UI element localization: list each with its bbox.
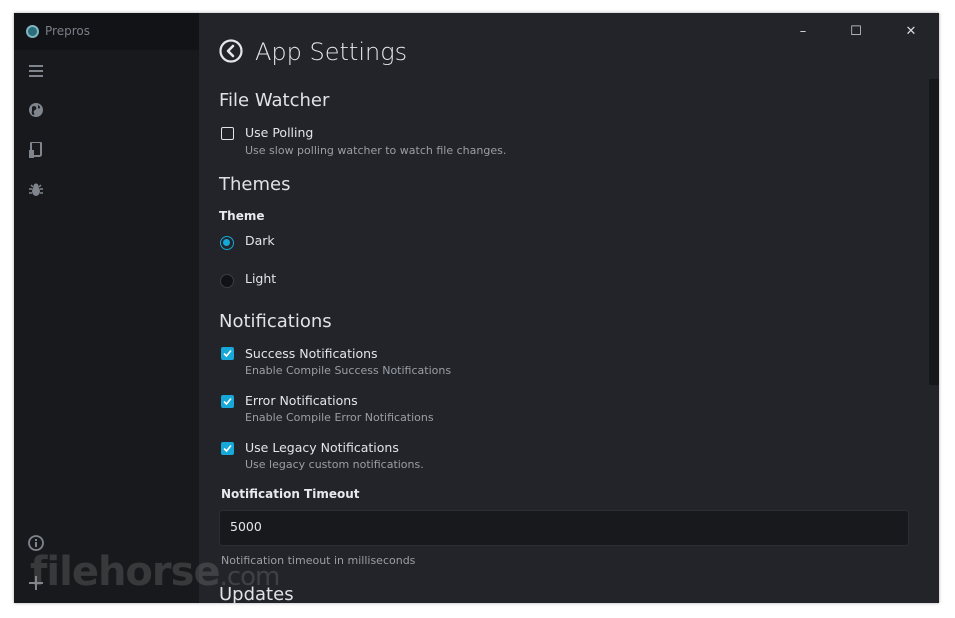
success-notifications-label: Success Notifications: [245, 346, 378, 361]
theme-light-label: Light: [245, 271, 277, 286]
notification-timeout-input[interactable]: 5000: [219, 510, 909, 546]
error-notifications-checkbox[interactable]: [221, 395, 234, 408]
settings-panel: – ☐ ✕ App Settings File Watcher Use Poll…: [199, 13, 939, 603]
filehorse-watermark: filehorse.com: [30, 549, 280, 595]
maximize-button[interactable]: ☐: [847, 22, 865, 40]
sidebar: Prepros: [14, 13, 199, 603]
theme-label: Theme: [219, 209, 265, 223]
section-title-themes: Themes: [219, 174, 291, 195]
use-polling-label: Use Polling: [245, 125, 314, 140]
theme-dark-label: Dark: [245, 233, 275, 248]
use-polling-help: Use slow polling watcher to watch file c…: [245, 144, 507, 157]
prepros-logo-icon: [26, 25, 39, 38]
theme-light-radio[interactable]: [220, 274, 234, 288]
scrollbar[interactable]: [929, 79, 939, 385]
app-window: Prepros – ☐ ✕ App Settings File Watcher …: [14, 13, 939, 603]
legacy-notifications-label: Use Legacy Notifications: [245, 440, 399, 455]
section-title-file-watcher: File Watcher: [219, 90, 330, 111]
app-name: Prepros: [45, 24, 90, 38]
success-notifications-help: Enable Compile Success Notifications: [245, 364, 452, 377]
notification-timeout-label: Notification Timeout: [221, 487, 360, 501]
menu-icon[interactable]: [26, 61, 46, 81]
globe-icon[interactable]: [26, 100, 46, 120]
legacy-notifications-checkbox[interactable]: [221, 442, 234, 455]
page-title: App Settings: [255, 38, 408, 66]
section-title-notifications: Notifications: [219, 311, 332, 332]
close-button[interactable]: ✕: [902, 22, 920, 40]
success-notifications-checkbox[interactable]: [221, 347, 234, 360]
bug-icon[interactable]: [26, 180, 46, 200]
device-icon[interactable]: [26, 140, 46, 160]
app-title-bar: Prepros: [14, 13, 199, 50]
theme-dark-radio[interactable]: [220, 236, 234, 250]
use-polling-checkbox[interactable]: [221, 127, 234, 140]
back-arrow-icon[interactable]: [219, 39, 243, 63]
error-notifications-label: Error Notifications: [245, 393, 358, 408]
legacy-notifications-help: Use legacy custom notifications.: [245, 458, 424, 471]
minimize-button[interactable]: –: [794, 22, 812, 40]
error-notifications-help: Enable Compile Error Notifications: [245, 411, 434, 424]
